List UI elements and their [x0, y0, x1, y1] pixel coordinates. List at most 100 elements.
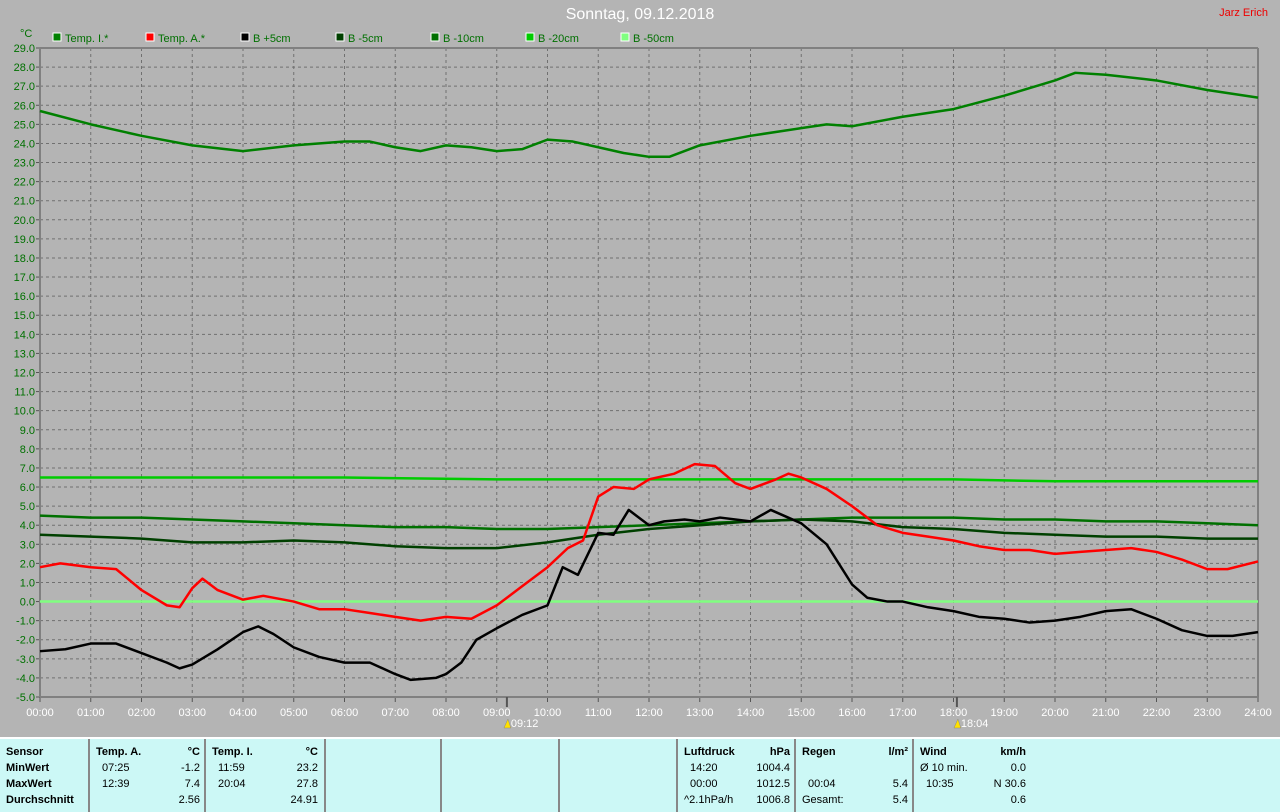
empty-column	[558, 739, 678, 812]
total-value: 5.4	[892, 794, 908, 806]
y-tick-label: -2.0	[16, 635, 35, 647]
x-tick-label: 12:00	[635, 707, 663, 719]
y-tick-label: -4.0	[16, 673, 35, 685]
y-tick-label: 1.0	[20, 577, 35, 589]
unit: hPa	[769, 746, 790, 758]
wind-column: Wind km/h Ø 10 min. 0.0 10:35 N 30.6 0.6	[912, 739, 1032, 812]
x-tick-label: 24:00	[1244, 707, 1272, 719]
y-tick-label: 13.0	[14, 348, 35, 360]
legend-swatch	[52, 32, 62, 42]
x-tick-label: 01:00	[77, 707, 105, 719]
marker-label: 09:12	[511, 718, 539, 730]
avg10-label: Ø 10 min.	[920, 762, 968, 774]
y-tick-label: 21.0	[14, 196, 35, 208]
min-value: 1004.4	[756, 762, 790, 774]
legend-label: B -50cm	[633, 33, 674, 45]
y-tick-label: 17.0	[14, 272, 35, 284]
unit: °C	[305, 746, 318, 758]
y-tick-label: 20.0	[14, 215, 35, 227]
avg10-value: 0.0	[1010, 762, 1026, 774]
y-tick-label: 27.0	[14, 81, 35, 93]
y-tick-label: 3.0	[20, 539, 35, 551]
x-tick-label: 05:00	[280, 707, 308, 719]
temperature-chart: °C -5.0 -4.0 -3.0 -2.0 -1.0 0.0 1.0 2.0 3.0 4.0 5.0…	[14, 28, 1272, 730]
min-value: -1.2	[181, 762, 200, 774]
x-tick-label: 19:00	[990, 707, 1018, 719]
pressure-trend: ^2.1hPa/h	[684, 794, 734, 806]
empty-column	[324, 739, 442, 812]
unit: km/h	[1000, 746, 1026, 758]
max-time: 00:00	[690, 778, 718, 790]
row-label-max: MaxWert	[6, 778, 52, 790]
row-label-min: MinWert	[6, 762, 50, 774]
avg-value: 1006.8	[756, 794, 790, 806]
y-tick-label: 10.0	[14, 406, 35, 418]
legend-swatch	[525, 32, 535, 42]
y-tick-label: 8.0	[20, 444, 35, 456]
x-tick-label: 06:00	[331, 707, 359, 719]
x-tick-label: 07:00	[381, 707, 409, 719]
stats-table: Sensor MinWert MaxWert Durchschnitt Temp…	[0, 737, 1280, 812]
x-tick-label: 17:00	[889, 707, 917, 719]
x-tick-label: 22:00	[1143, 707, 1171, 719]
avg-value: 2.56	[178, 794, 200, 806]
row-label-avg: Durchschnitt	[6, 794, 74, 806]
x-tick-label: 09:00	[483, 707, 511, 719]
temp-i-header: Temp. I.	[212, 746, 253, 758]
max-value: 5.4	[892, 778, 908, 790]
y-tick-label: 9.0	[20, 425, 35, 437]
x-tick-label: 21:00	[1092, 707, 1120, 719]
x-tick-label: 14:00	[737, 707, 765, 719]
max-value: 7.4	[184, 778, 200, 790]
legend-label: B -20cm	[538, 33, 579, 45]
x-tick-label: 23:00	[1193, 707, 1221, 719]
x-tick-label: 03:00	[178, 707, 206, 719]
legend-swatch	[145, 32, 155, 42]
unit: l/m²	[888, 746, 908, 758]
x-tick-label: 04:00	[229, 707, 257, 719]
y-tick-label: 23.0	[14, 158, 35, 170]
temp-a-header: Temp. A.	[96, 746, 142, 758]
legend-swatch	[430, 32, 440, 42]
y-tick-label: 12.0	[14, 368, 35, 380]
x-tick-label: 08:00	[432, 707, 460, 719]
y-tick-label: 2.0	[20, 558, 35, 570]
max-value: 1012.5	[756, 778, 790, 790]
x-tick-label: 00:00	[26, 707, 54, 719]
pressure-column: Luftdruck hPa 14:20 1004.4 00:00 1012.5 ^2.…	[676, 739, 796, 812]
x-tick-label: 15:00	[787, 707, 815, 719]
max-value: N 30.6	[993, 778, 1026, 790]
sunrise-icon	[503, 718, 512, 729]
legend-label: B -5cm	[348, 33, 383, 45]
y-tick-label: 16.0	[14, 291, 35, 303]
min-value: 23.2	[296, 762, 318, 774]
rain-column: Regen l/m² 00:04 5.4 Gesamt: 5.4	[794, 739, 914, 812]
x-tick-label: 20:00	[1041, 707, 1069, 719]
y-tick-label: 25.0	[14, 119, 35, 131]
sunset-icon	[953, 718, 962, 729]
legend-swatch	[240, 32, 250, 42]
y-tick-label: 7.0	[20, 463, 35, 475]
max-time: 12:39	[102, 778, 130, 790]
x-tick-label: 13:00	[686, 707, 714, 719]
x-tick-label: 02:00	[128, 707, 156, 719]
rain-header: Regen	[802, 746, 836, 758]
max-time: 10:35	[926, 778, 954, 790]
min-time: 07:25	[102, 762, 130, 774]
empty-column	[440, 739, 560, 812]
min-time: 14:20	[690, 762, 718, 774]
total-label: Gesamt:	[802, 794, 844, 806]
y-tick-label: 6.0	[20, 482, 35, 494]
legend-label: B -10cm	[443, 33, 484, 45]
y-tick-label: 29.0	[14, 43, 35, 55]
unit: °C	[187, 746, 200, 758]
y-tick-label: 11.0	[14, 387, 35, 399]
legend-label: Temp. A.*	[158, 33, 206, 45]
y-tick-label: 22.0	[14, 177, 35, 189]
sensor-header: Sensor	[6, 746, 44, 758]
marker-label: 18:04	[961, 718, 989, 730]
y-tick-label: 26.0	[14, 100, 35, 112]
y-tick-label: 24.0	[14, 138, 35, 150]
avg-value: 24.91	[290, 794, 318, 806]
y-tick-label: 5.0	[20, 501, 35, 513]
